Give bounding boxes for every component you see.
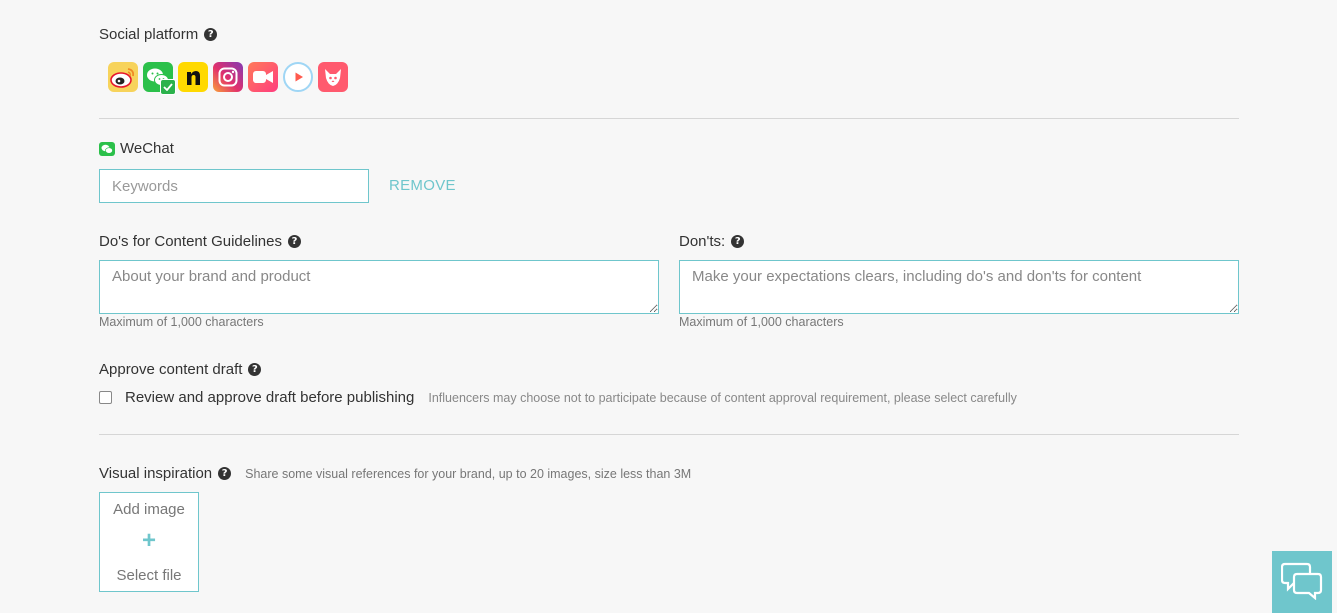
- donts-label: Don'ts: ?: [679, 233, 745, 250]
- wechat-label-text: WeChat: [120, 140, 174, 157]
- platform-n[interactable]: [178, 62, 208, 92]
- fox-app-icon: [321, 65, 345, 89]
- chat-bubbles-icon: [1280, 560, 1323, 605]
- dos-label: Do's for Content Guidelines ?: [99, 233, 301, 250]
- donts-char-limit: Maximum of 1,000 characters: [679, 315, 844, 329]
- keywords-input[interactable]: [99, 169, 369, 203]
- visual-note: Share some visual references for your br…: [245, 466, 692, 481]
- platform-selector: [108, 62, 348, 95]
- question-circle-icon[interactable]: ?: [287, 235, 301, 248]
- dos-title: Do's for Content Guidelines: [99, 233, 282, 250]
- approve-label: Approve content draft ?: [99, 361, 262, 378]
- select-file-label: Select file: [116, 567, 182, 584]
- social-platform-label: Social platform ?: [99, 26, 218, 43]
- platform-play[interactable]: [283, 62, 313, 92]
- approve-checkbox[interactable]: [99, 391, 112, 404]
- platform-fox[interactable]: [318, 62, 348, 92]
- platform-instagram[interactable]: [213, 62, 243, 92]
- platform-weibo[interactable]: [108, 62, 138, 92]
- visual-title: Visual inspiration: [99, 465, 213, 482]
- donts-textarea[interactable]: [679, 260, 1239, 314]
- section-divider: [99, 434, 1239, 435]
- donts-title: Don'ts:: [679, 233, 726, 250]
- wechat-section-label: WeChat: [99, 140, 174, 157]
- visual-label: Visual inspiration ? Share some visual r…: [99, 465, 691, 482]
- section-divider: [99, 118, 1239, 119]
- play-icon: [288, 67, 308, 87]
- dos-char-limit: Maximum of 1,000 characters: [99, 315, 264, 329]
- dos-textarea[interactable]: [99, 260, 659, 314]
- question-circle-icon[interactable]: ?: [731, 235, 745, 248]
- upload-title: Add image: [113, 501, 185, 518]
- campaign-form: Social platform ? WeChat Keywords REMOVE…: [0, 0, 1337, 613]
- approve-checkbox-row: Review and approve draft before publishi…: [99, 389, 1017, 406]
- weibo-icon: [110, 66, 136, 88]
- platform-video[interactable]: [248, 62, 278, 92]
- plus-icon: +: [141, 527, 156, 554]
- platform-wechat[interactable]: [143, 62, 176, 95]
- instagram-icon: [217, 66, 239, 88]
- approve-checkbox-label[interactable]: Review and approve draft before publishi…: [125, 389, 414, 406]
- social-platform-title: Social platform: [99, 26, 199, 43]
- video-camera-icon: [251, 68, 275, 86]
- remove-button[interactable]: REMOVE: [389, 177, 456, 194]
- question-circle-icon[interactable]: ?: [248, 363, 262, 376]
- add-image-button[interactable]: Add image + Select file: [99, 492, 199, 592]
- selected-check-icon: [160, 79, 176, 95]
- question-circle-icon[interactable]: ?: [218, 467, 232, 480]
- approve-note: Influencers may choose not to participat…: [428, 390, 1017, 405]
- approve-title: Approve content draft: [99, 361, 243, 378]
- n-app-icon: [182, 66, 204, 88]
- wechat-icon: [99, 141, 115, 156]
- chat-widget-button[interactable]: [1272, 551, 1332, 613]
- question-circle-icon[interactable]: ?: [204, 28, 218, 41]
